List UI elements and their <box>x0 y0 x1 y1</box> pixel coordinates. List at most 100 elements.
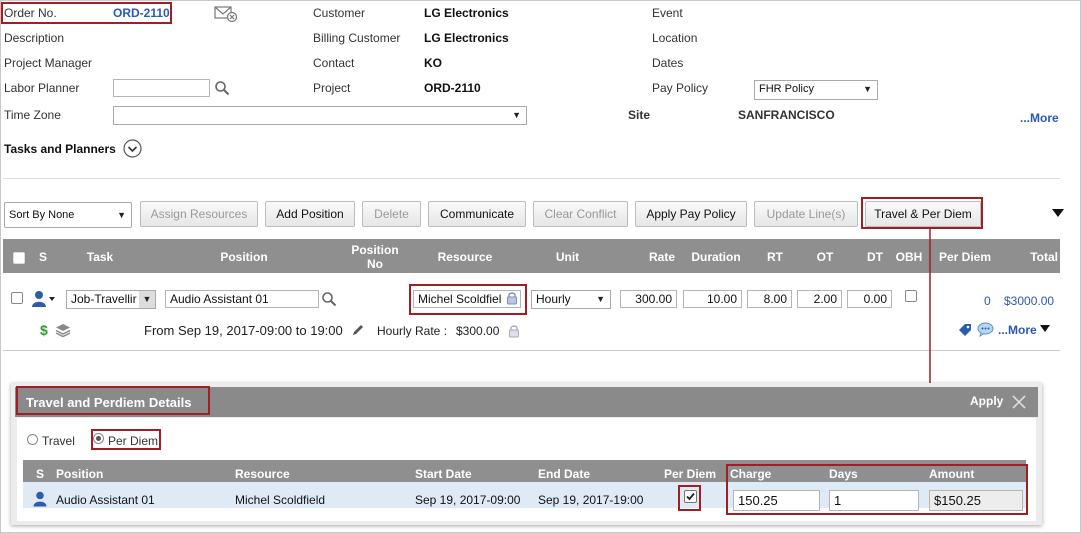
obh-checkbox[interactable] <box>905 290 917 302</box>
site-value: SANFRANCISCO <box>738 108 835 122</box>
pay-policy-select[interactable]: FHR Policy ▼ <box>754 80 878 100</box>
travel-radio[interactable] <box>27 434 38 445</box>
col-total: Total <box>1030 250 1058 264</box>
update-lines-button[interactable]: Update Line(s) <box>754 201 858 227</box>
col-task: Task <box>86 250 114 264</box>
header-more-link[interactable]: ...More <box>1020 111 1059 125</box>
user-icon[interactable] <box>31 290 57 308</box>
per-diem-link[interactable]: 0 <box>984 294 991 308</box>
unit-value: Hourly <box>536 292 571 306</box>
details-col-position: Position <box>56 467 104 481</box>
col-duration: Duration <box>691 250 741 264</box>
details-col-resource: Resource <box>235 467 290 481</box>
site-label: Site <box>628 108 651 122</box>
row-more-triangle-icon[interactable] <box>1040 325 1050 332</box>
triangle-down-icon[interactable] <box>1052 209 1064 217</box>
communicate-button[interactable]: Communicate <box>428 201 526 227</box>
col-rt: RT <box>767 250 783 264</box>
resource-highlight <box>409 284 527 315</box>
row-more-link[interactable]: ...More <box>998 323 1037 337</box>
col-resource: Resource <box>437 250 493 264</box>
duration-input[interactable]: 10.00 <box>683 290 742 308</box>
details-col-end-date: End Date <box>538 467 591 481</box>
time-zone-select[interactable]: ▼ <box>113 106 527 125</box>
details-user-icon <box>33 491 47 507</box>
details-start-date: Sep 19, 2017-09:00 <box>415 493 521 507</box>
labor-planner-input[interactable] <box>113 79 210 97</box>
tasks-planners-title: Tasks and Planners <box>4 142 116 156</box>
description-label: Description <box>4 31 65 45</box>
col-position: Position <box>220 250 268 264</box>
unit-select[interactable]: Hourly ▼ <box>531 290 611 309</box>
schedule-text: From Sep 19, 2017-09:00 to 19:00 <box>144 323 343 338</box>
time-zone-label: Time Zone <box>4 108 61 122</box>
email-icon[interactable] <box>214 5 238 23</box>
task-select[interactable]: Job-Travellir ▼ <box>66 290 156 309</box>
row-divider <box>3 350 1060 351</box>
customer-label: Customer <box>313 6 366 20</box>
connector-arrow <box>922 229 938 399</box>
details-col-start-date: Start Date <box>415 467 472 481</box>
travel-per-diem-highlight <box>861 197 983 229</box>
hourly-rate-label: Hourly Rate : <box>377 324 448 338</box>
col-position-no: Position No <box>351 243 399 271</box>
details-end-date: Sep 19, 2017-19:00 <box>538 493 644 507</box>
rate-lock-icon[interactable] <box>508 324 520 338</box>
chat-icon[interactable] <box>977 322 994 337</box>
divider <box>3 178 1060 179</box>
dollar-icon[interactable]: $ <box>40 322 48 338</box>
position-search-icon[interactable] <box>321 291 337 307</box>
event-label: Event <box>652 6 683 20</box>
rt-input[interactable]: 8.00 <box>747 290 792 308</box>
hourly-rate-value: $300.00 <box>456 324 500 338</box>
layers-icon[interactable] <box>55 322 71 338</box>
ot-input[interactable]: 2.00 <box>797 290 842 308</box>
travel-radio-label: Travel <box>42 434 75 448</box>
pencil-icon[interactable] <box>351 323 365 337</box>
billing-customer-value: LG Electronics <box>424 31 509 45</box>
add-position-button[interactable]: Add Position <box>265 201 355 227</box>
contact-value: KO <box>424 56 442 70</box>
delete-button[interactable]: Delete <box>362 201 421 227</box>
customer-value: LG Electronics <box>424 6 509 20</box>
search-icon[interactable] <box>214 80 230 96</box>
assign-resources-button[interactable]: Assign Resources <box>140 201 258 227</box>
details-resource: Michel Scoldfield <box>235 493 326 507</box>
details-col-per-diem: Per Diem <box>664 467 717 481</box>
col-obh: OBH <box>895 250 923 264</box>
row-checkbox[interactable] <box>11 292 23 304</box>
location-label: Location <box>652 31 698 45</box>
tag-icon[interactable] <box>958 323 972 337</box>
panel-apply-button[interactable]: Apply <box>970 394 1003 408</box>
close-icon[interactable] <box>1011 394 1027 410</box>
sort-select[interactable]: Sort By None ▼ <box>4 202 132 228</box>
col-s: S <box>38 250 47 264</box>
project-value: ORD-2110 <box>424 81 481 95</box>
col-rate: Rate <box>648 250 675 264</box>
dt-input[interactable]: 0.00 <box>847 290 892 308</box>
clear-conflict-button[interactable]: Clear Conflict <box>533 201 628 227</box>
task-value: Job-Travellir <box>71 292 137 306</box>
per-diem-checkbox-highlight <box>678 485 701 511</box>
details-position: Audio Assistant 01 <box>56 493 155 507</box>
travel-perdiem-panel: Travel and Perdiem Details Apply Travel … <box>11 383 1042 525</box>
dates-label: Dates <box>652 56 684 70</box>
panel-title-highlight <box>16 386 210 415</box>
rate-input[interactable]: 300.00 <box>620 290 677 308</box>
select-all-checkbox[interactable] <box>13 252 25 264</box>
col-ot: OT <box>816 250 834 264</box>
labor-planner-label: Labor Planner <box>4 81 80 95</box>
sort-select-value: Sort By None <box>9 209 75 221</box>
details-col-s: S <box>36 467 45 481</box>
pay-policy-label: Pay Policy <box>652 81 709 95</box>
charge-days-amount-highlight <box>726 464 1028 515</box>
col-dt: DT <box>867 250 883 264</box>
pay-policy-value: FHR Policy <box>759 83 815 95</box>
project-label: Project <box>313 81 351 95</box>
billing-customer-label: Billing Customer <box>313 31 401 45</box>
project-manager-label: Project Manager <box>4 56 93 70</box>
apply-pay-policy-button[interactable]: Apply Pay Policy <box>635 201 747 227</box>
order-no-highlight <box>1 2 172 24</box>
chevron-down-icon[interactable] <box>123 139 142 158</box>
position-input[interactable]: Audio Assistant 01 <box>165 290 319 308</box>
